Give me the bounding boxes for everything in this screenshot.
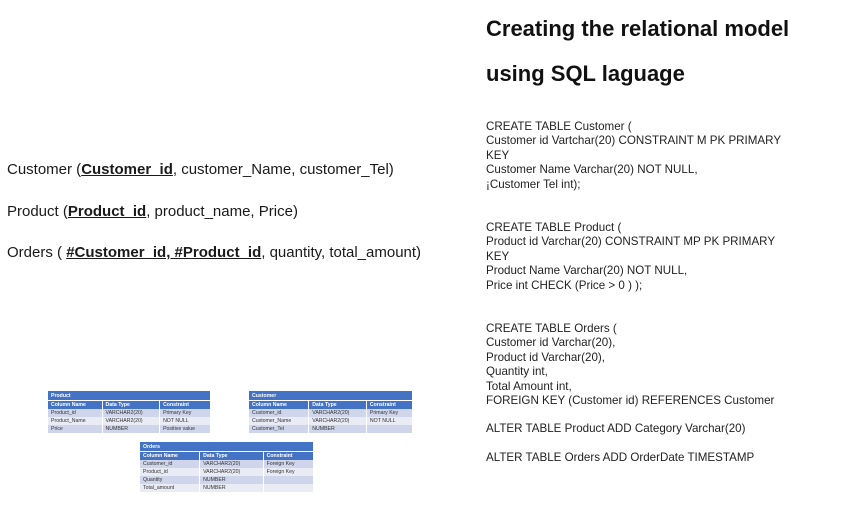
relation-orders-key: #Customer_id, #Product_id <box>66 244 262 261</box>
relation-orders-attributes: , quantity, total_amount) <box>261 244 422 261</box>
table-row: Product_Name VARCHAR2(20) NOT NULL <box>48 417 211 425</box>
relation-product: Product (Product_id, product_name, Price… <box>7 203 298 220</box>
table-row: Customer_Name VARCHAR2(20) NOT NULL <box>249 417 414 425</box>
sql-alter-product: ALTER TABLE Product ADD Category Varchar… <box>486 422 746 435</box>
table-cell: Primary Key <box>159 409 211 417</box>
table-cell: VARCHAR2(20) <box>102 417 161 425</box>
table-product-title: Product <box>48 391 211 401</box>
table-cell: Product_id <box>48 409 103 417</box>
relation-customer: Customer (Customer_id, customer_Name, cu… <box>7 161 394 178</box>
table-header: Column Name <box>249 400 310 409</box>
table-row: Customer_id VARCHAR2(20) Primary Key <box>249 409 414 417</box>
table-header: Constraint <box>159 400 211 409</box>
table-header: Data Type <box>102 400 161 409</box>
table-cell: Price <box>48 425 103 433</box>
table-cell <box>366 425 414 433</box>
table-cell: Customer_id <box>140 460 201 468</box>
table-customer-title: Customer <box>249 391 413 401</box>
table-cell <box>263 484 315 492</box>
table-cell: Customer_id <box>249 409 310 417</box>
table-cell: Total_amount <box>140 484 201 492</box>
table-cell: Primary Key <box>366 409 414 417</box>
sql-create-customer: CREATE TABLE Customer ( Customer id Vart… <box>486 120 782 191</box>
table-product: Product Column Name Data Type Constraint… <box>48 391 211 433</box>
relation-customer-name: Customer ( <box>7 161 82 178</box>
table-cell: NUMBER <box>199 476 264 484</box>
table-cell: Foreign Key <box>263 468 315 476</box>
table-row: Customer_id VARCHAR2(20) Foreign Key <box>140 460 315 468</box>
table-header: Column Name <box>140 451 201 460</box>
table-cell: VARCHAR2(20) <box>102 409 161 417</box>
table-cell: NUMBER <box>102 425 161 433</box>
table-header: Data Type <box>308 400 367 409</box>
table-cell: Customer_Name <box>249 417 310 425</box>
table-row: Customer_Tel NUMBER <box>249 425 414 433</box>
table-header: Data Type <box>199 451 264 460</box>
table-row: Product_id VARCHAR2(20) Foreign Key <box>140 468 315 476</box>
sql-create-orders: CREATE TABLE Orders ( Customer id Varcha… <box>486 322 775 408</box>
table-orders-title: Orders <box>140 442 314 452</box>
table-header: Column Name <box>48 400 103 409</box>
table-row: Price NUMBER Positive value <box>48 425 211 433</box>
relation-product-name: Product ( <box>7 203 68 220</box>
table-cell: Foreign Key <box>263 460 315 468</box>
table-cell: Product_Name <box>48 417 103 425</box>
table-row: Quantity NUMBER <box>140 476 315 484</box>
table-cell: NOT NULL <box>366 417 414 425</box>
table-cell: NUMBER <box>308 425 367 433</box>
table-header: Constraint <box>366 400 414 409</box>
table-cell: Positive value <box>159 425 211 433</box>
table-cell <box>263 476 315 484</box>
relation-product-key: Product_id <box>67 203 147 220</box>
table-cell: Customer_Tel <box>249 425 310 433</box>
sql-alter-orders: ALTER TABLE Orders ADD OrderDate TIMESTA… <box>486 451 755 464</box>
page-title-line-2: using SQL laguage <box>486 61 685 86</box>
table-cell: Quantity <box>140 476 201 484</box>
relation-product-attributes: , product_name, Price) <box>146 203 298 220</box>
table-row: Total_amount NUMBER <box>140 484 315 492</box>
relation-customer-key: Customer_id <box>81 161 173 178</box>
relation-orders-name: Orders ( <box>7 244 67 261</box>
table-row: Product_id VARCHAR2(20) Primary Key <box>48 409 211 417</box>
relation-customer-attributes: , customer_Name, customer_Tel) <box>172 161 394 178</box>
table-orders: Orders Column Name Data Type Constraint … <box>140 442 315 492</box>
table-cell: VARCHAR2(20) <box>308 417 367 425</box>
table-cell: NOT NULL <box>159 417 211 425</box>
sql-create-product: CREATE TABLE Product ( Product id Varcha… <box>486 221 776 292</box>
table-cell: VARCHAR2(20) <box>199 468 264 476</box>
relation-orders: Orders ( #Customer_id, #Product_id, quan… <box>7 244 421 261</box>
table-customer: Customer Column Name Data Type Constrain… <box>249 391 414 433</box>
page-title-line-1: Creating the relational model <box>486 16 790 41</box>
table-cell: VARCHAR2(20) <box>308 409 367 417</box>
table-cell: Product_id <box>140 468 201 476</box>
table-header: Constraint <box>263 451 315 460</box>
table-cell: NUMBER <box>199 484 264 492</box>
table-cell: VARCHAR2(20) <box>199 460 264 468</box>
